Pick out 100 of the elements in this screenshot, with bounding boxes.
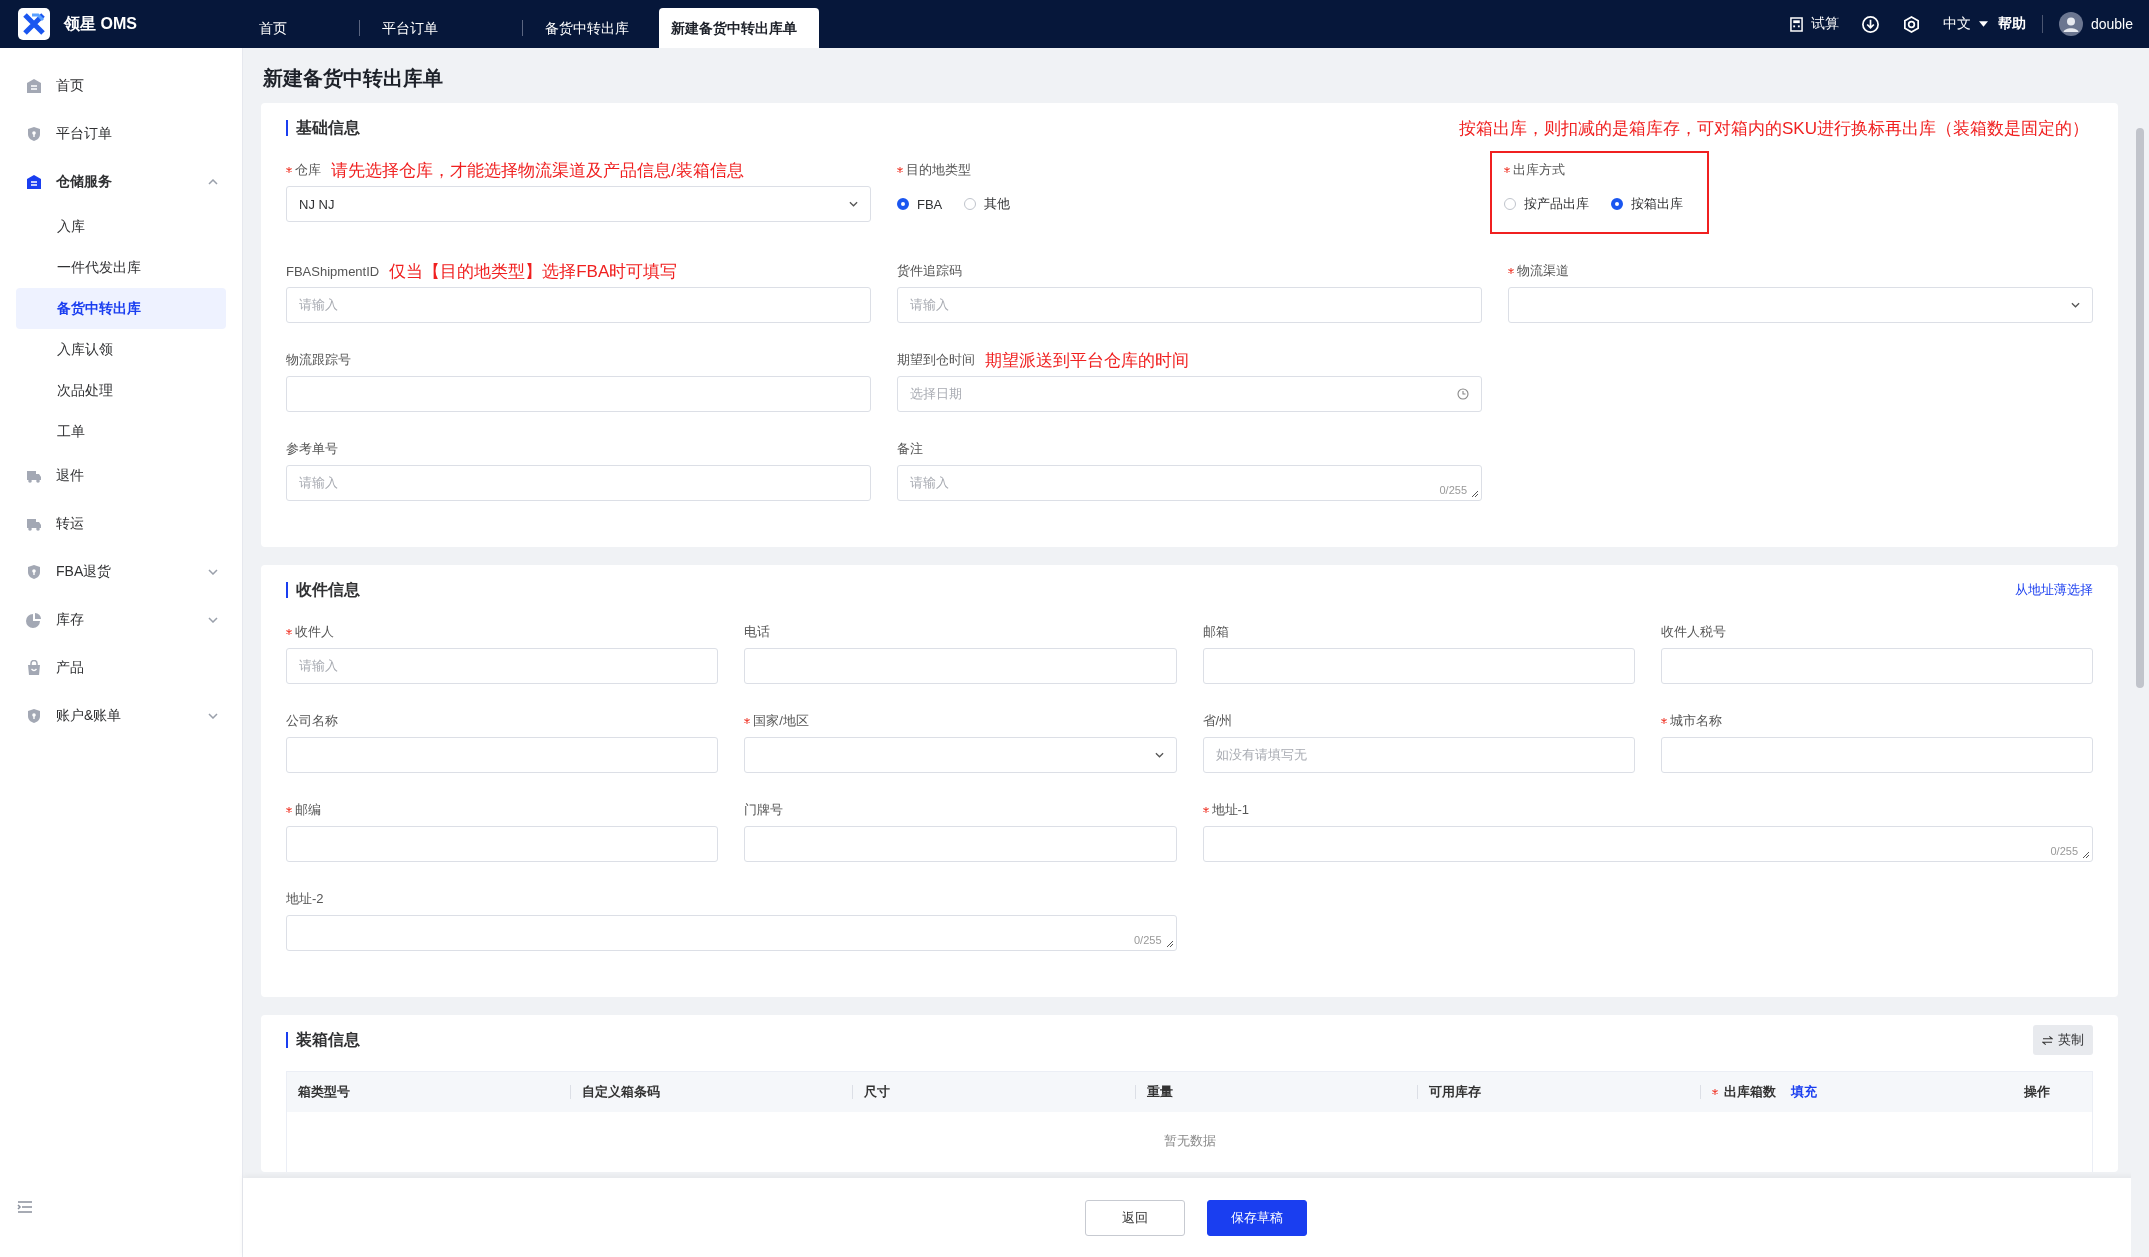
resize-handle-icon[interactable] xyxy=(1165,940,1174,948)
field-label: 物流跟踪号 xyxy=(286,351,351,369)
annotation-text: 期望派送到平台仓库的时间 xyxy=(985,349,1189,372)
field-label: 电话 xyxy=(744,623,771,641)
shield-icon xyxy=(26,126,42,142)
sidebar-subitem[interactable]: 工单 xyxy=(16,411,226,452)
input-field[interactable] xyxy=(1660,648,2093,684)
shield-icon xyxy=(26,564,42,580)
field-label: 地址-1 xyxy=(1211,801,1250,819)
sidebar-item[interactable]: 产品 xyxy=(0,644,242,692)
back-button[interactable]: 返回 xyxy=(1085,1199,1185,1236)
radio-option[interactable]: 按产品出库 xyxy=(1504,195,1589,213)
chevron-down-icon xyxy=(2071,302,2080,308)
app-title: 领星 OMS xyxy=(64,13,137,34)
empty-text: 暂无数据 xyxy=(1163,1133,1216,1148)
input-field[interactable] xyxy=(1660,737,2093,773)
sidebar-subitem[interactable]: 次品处理 xyxy=(16,370,226,411)
tab[interactable]: 平台订单 xyxy=(372,8,522,48)
column-header: 操作 xyxy=(2024,1085,2050,1099)
chevron-down-icon xyxy=(208,713,218,719)
bag-icon xyxy=(26,660,42,676)
field-label: 目的地类型 xyxy=(906,161,971,179)
field-label: 收件人税号 xyxy=(1660,623,1726,641)
sidebar-subitem[interactable]: 一件代发出库 xyxy=(16,247,226,288)
input-field[interactable] xyxy=(1202,648,1635,684)
input-field[interactable] xyxy=(286,737,719,773)
column-header: 尺寸 xyxy=(864,1085,890,1099)
page-title: 新建备货中转出库单 xyxy=(263,66,444,91)
sidebar-item[interactable]: 首页 xyxy=(0,62,242,110)
input-field[interactable] xyxy=(744,826,1177,862)
select-field[interactable]: NJ NJ xyxy=(286,186,871,222)
field-label: 城市名称 xyxy=(1669,712,1722,730)
building-icon xyxy=(26,174,42,190)
field-label: 邮箱 xyxy=(1202,623,1229,641)
collapse-menu-icon[interactable] xyxy=(17,1200,33,1214)
field-label: 国家/地区 xyxy=(753,712,809,730)
sidebar-item[interactable]: 仓储服务 xyxy=(0,158,242,206)
sidebar-subitem[interactable]: 入库认领 xyxy=(16,329,226,370)
sidebar-item[interactable]: 退件 xyxy=(0,452,242,500)
download-icon[interactable] xyxy=(1860,14,1880,34)
field-label: 收件人 xyxy=(295,623,334,641)
sidebar-subitem[interactable]: 备货中转出库 xyxy=(16,288,226,329)
calculate-button[interactable]: 试算 xyxy=(1789,15,1839,33)
caret-icon xyxy=(1978,21,1988,27)
tab[interactable]: 首页 xyxy=(249,8,359,48)
column-header: 可用库存 xyxy=(1429,1085,1481,1099)
radio-option[interactable]: 其他 xyxy=(964,195,1011,213)
sidebar-item[interactable]: 账户&账单 xyxy=(0,692,242,740)
calculator-icon xyxy=(1789,16,1803,32)
chevron-up-icon xyxy=(208,179,218,185)
column-header: 自定义箱条码 xyxy=(581,1085,660,1099)
field-label: 备注 xyxy=(897,440,923,458)
input-field[interactable] xyxy=(286,376,871,412)
field-label: 公司名称 xyxy=(286,712,338,730)
radio-option[interactable]: FBA xyxy=(897,196,943,212)
sidebar-item[interactable]: 库存 xyxy=(0,596,242,644)
truck-icon xyxy=(26,468,42,484)
resize-handle-icon[interactable] xyxy=(2082,851,2090,859)
input-field[interactable] xyxy=(744,648,1177,684)
section-title: 基础信息 xyxy=(286,120,360,136)
clock-icon xyxy=(1457,388,1469,400)
sidebar-item[interactable]: 平台订单 xyxy=(0,110,242,158)
chevron-down-icon xyxy=(208,617,218,623)
field-label: 出库方式 xyxy=(1513,161,1565,179)
sidebar-subitem[interactable]: 入库 xyxy=(16,206,226,247)
save-draft-button[interactable]: 保存草稿 xyxy=(1207,1199,1307,1236)
sidebar-item[interactable]: FBA退货 xyxy=(0,548,242,596)
swap-icon xyxy=(2042,1035,2053,1045)
input-field[interactable] xyxy=(286,826,719,862)
field-label: 省/州 xyxy=(1202,712,1233,730)
section-title: 装箱信息 xyxy=(286,1032,360,1048)
field-label: 期望到仓时间 xyxy=(897,351,975,369)
chevron-down-icon xyxy=(208,569,218,575)
field-label: 邮编 xyxy=(295,801,321,819)
settings-icon[interactable] xyxy=(1901,14,1921,34)
help-link[interactable]: 帮助 xyxy=(1997,15,2026,33)
select-field[interactable] xyxy=(744,737,1177,773)
chevron-down-icon xyxy=(1154,752,1164,758)
logo-icon xyxy=(18,8,50,40)
user-name[interactable]: double xyxy=(2090,16,2133,32)
section-title: 收件信息 xyxy=(286,582,360,598)
resize-handle-icon[interactable] xyxy=(1471,490,1479,498)
select-field[interactable] xyxy=(1508,287,2093,323)
unit-toggle-button[interactable]: 英制 xyxy=(2033,1025,2093,1055)
avatar-icon[interactable] xyxy=(2058,12,2083,36)
annotation-text: 仅当【目的地类型】选择FBA时可填写 xyxy=(389,260,678,283)
building-icon xyxy=(26,78,42,94)
annotation-text: 请先选择仓库，才能选择物流渠道及产品信息/装箱信息 xyxy=(331,159,744,182)
tab[interactable]: 备货中转出库 xyxy=(535,8,651,48)
language-dropdown[interactable]: 中文 xyxy=(1942,15,1988,33)
radio-option[interactable]: 按箱出库 xyxy=(1611,195,1683,213)
pie-chart-icon xyxy=(26,612,42,628)
field-label: 门牌号 xyxy=(744,801,784,819)
field-label: FBAShipmentID xyxy=(286,263,380,279)
sidebar-item[interactable]: 转运 xyxy=(0,500,242,548)
tab[interactable]: 新建备货中转出库单 xyxy=(659,8,819,48)
address-book-link[interactable]: 从地址薄选择 xyxy=(2015,581,2093,599)
fill-link[interactable]: 填充 xyxy=(1790,1085,1817,1099)
column-header: 箱类型号 xyxy=(298,1085,350,1099)
column-header: 重量 xyxy=(1146,1085,1173,1099)
